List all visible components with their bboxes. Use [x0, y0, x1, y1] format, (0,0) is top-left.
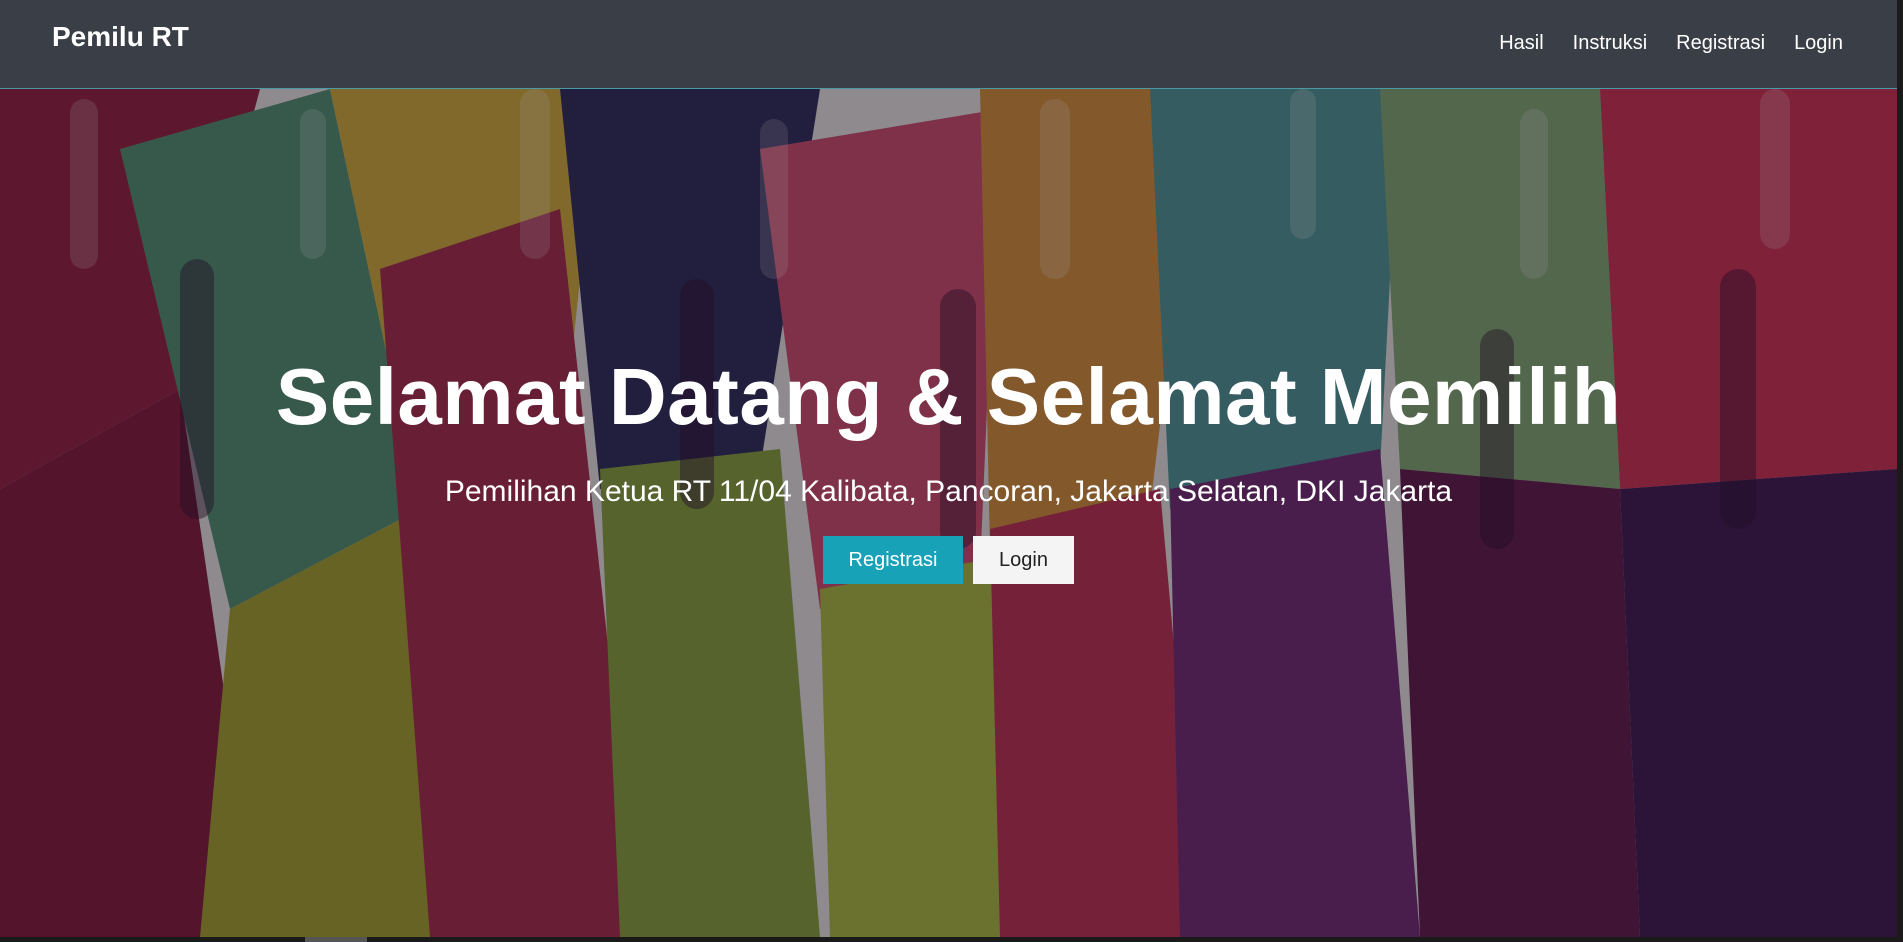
navbar: Pemilu RT Hasil Instruksi Registrasi Log… — [0, 0, 1897, 89]
nav-link-instruksi[interactable]: Instruksi — [1573, 32, 1647, 55]
nav-links: Hasil Instruksi Registrasi Login — [1499, 32, 1843, 55]
nav-link-hasil[interactable]: Hasil — [1499, 32, 1543, 55]
brand-logo[interactable]: Pemilu RT — [52, 21, 189, 53]
hero-title: Selamat Datang & Selamat Memilih — [275, 352, 1622, 441]
registrasi-button[interactable]: Registrasi — [823, 536, 963, 584]
horizontal-scroll-thumb[interactable] — [305, 937, 367, 942]
hero-section: Selamat Datang & Selamat Memilih Pemilih… — [0, 89, 1897, 937]
nav-link-registrasi[interactable]: Registrasi — [1676, 32, 1765, 55]
horizontal-scrollbar[interactable] — [0, 937, 1903, 942]
page: Pemilu RT Hasil Instruksi Registrasi Log… — [0, 0, 1903, 942]
hero-buttons: Registrasi Login — [0, 536, 1897, 584]
nav-link-login[interactable]: Login — [1794, 32, 1843, 55]
login-button[interactable]: Login — [973, 536, 1074, 584]
hero-subtitle: Pemilihan Ketua RT 11/04 Kalibata, Panco… — [444, 475, 1453, 508]
vertical-scrollbar[interactable] — [1897, 0, 1903, 942]
hero-overlay — [0, 89, 1897, 937]
